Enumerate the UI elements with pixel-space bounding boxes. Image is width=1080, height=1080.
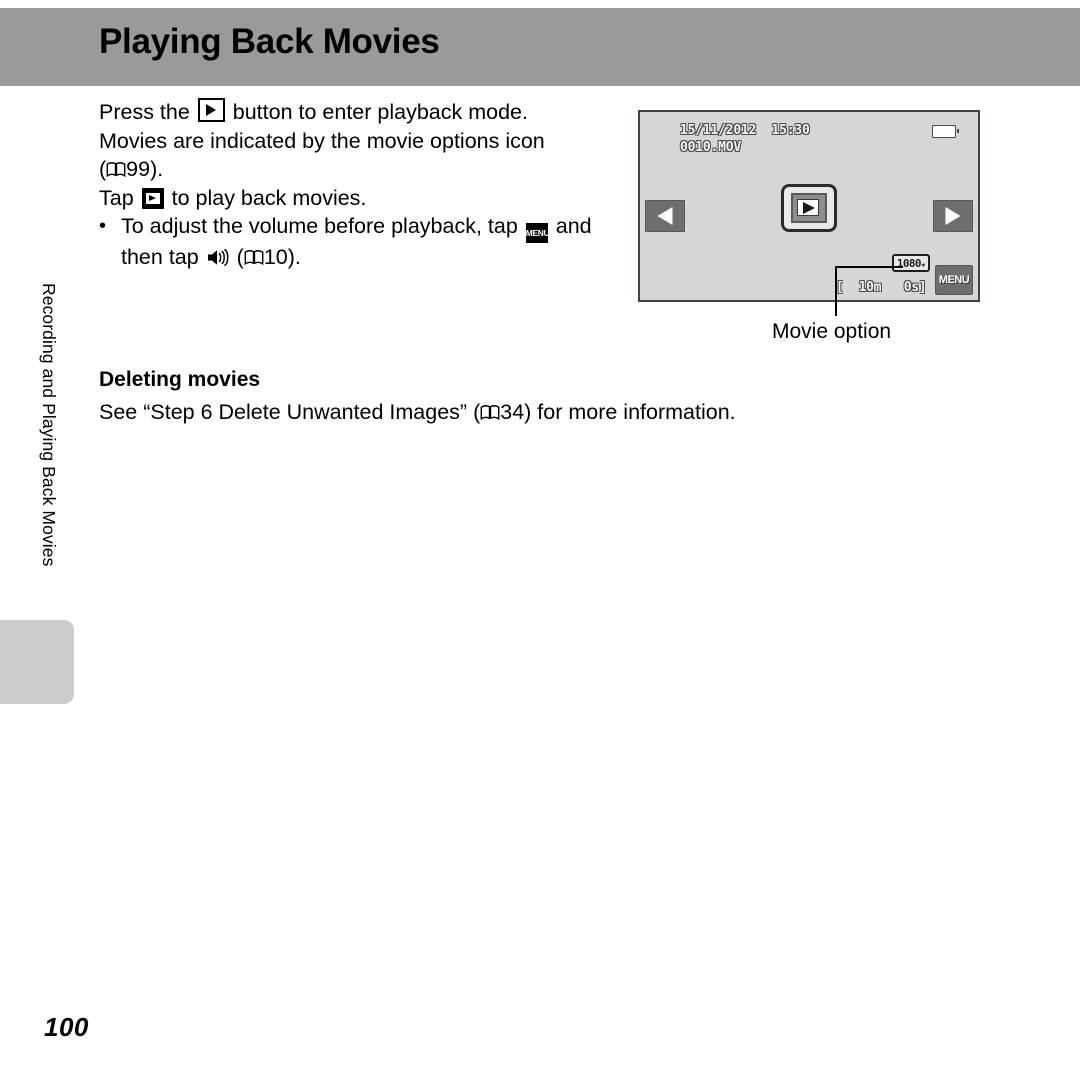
section-heading-deleting-movies: Deleting movies xyxy=(99,368,261,391)
instruction-line-1: Press the button to enter playback mode. xyxy=(99,98,619,127)
previous-image-button[interactable] xyxy=(645,200,685,232)
book-reference-icon xyxy=(244,245,264,266)
side-tab-chapter-label: Recording and Playing Back Movies xyxy=(39,283,59,567)
instruction-line-4: Tap to play back movies. xyxy=(99,184,619,213)
instruction-line-1-prefix: Press the xyxy=(99,100,196,124)
instruction-line-4-prefix: Tap xyxy=(99,185,140,210)
book-reference-icon xyxy=(480,400,500,421)
bullet-line-2-ref: 10). xyxy=(263,245,301,269)
bullet-marker: • xyxy=(99,215,107,237)
section-paragraph-deleting-movies: See “Step 6 Delete Unwanted Images” ( 34)… xyxy=(99,398,736,426)
play-icon xyxy=(141,187,164,209)
bullet-line-1: To adjust the volume before playback, ta… xyxy=(121,212,619,243)
instruction-line-3-ref: 99). xyxy=(126,157,164,181)
camera-time-counter: [ 10m 0s] xyxy=(836,280,927,295)
instruction-line-3: (99). xyxy=(99,155,619,184)
movie-option-badge[interactable]: 1080★ xyxy=(892,254,930,272)
triangle-right-icon xyxy=(945,207,961,225)
instruction-line-4-suffix: to play back movies. xyxy=(165,185,367,210)
callout-leader-horizontal xyxy=(835,266,903,268)
play-movie-button[interactable] xyxy=(781,184,837,232)
battery-icon xyxy=(932,125,959,138)
camera-screen-illustration: 15/11/2012 15:30 0010.MOV 1080★ MENU [ 1… xyxy=(638,110,980,302)
triangle-left-icon xyxy=(657,207,673,225)
menu-icon: MENU xyxy=(525,223,550,243)
camera-menu-button[interactable]: MENU xyxy=(935,265,973,295)
bullet-line-2: then tap (10). xyxy=(121,243,619,272)
callout-label-movie-option: Movie option xyxy=(772,320,892,343)
camera-osd-datetime: 15/11/2012 15:30 xyxy=(680,123,810,138)
movie-option-badge-suffix: ★ xyxy=(920,260,926,269)
instruction-text-block: Press the button to enter playback mode.… xyxy=(99,98,619,272)
callout-leader-vertical xyxy=(835,266,837,316)
bullet-item-volume: • To adjust the volume before playback, … xyxy=(99,212,619,272)
next-image-button[interactable] xyxy=(933,200,973,232)
movie-option-badge-value: 1080 xyxy=(896,257,922,270)
play-icon xyxy=(791,193,827,223)
playback-button-icon xyxy=(197,98,225,122)
book-reference-icon xyxy=(106,157,126,178)
page-title: Playing Back Movies xyxy=(99,22,440,61)
section-paragraph-part1: See “Step 6 Delete Unwanted Images” ( xyxy=(99,400,481,424)
camera-osd-filename: 0010.MOV xyxy=(680,140,742,155)
instruction-line-2: Movies are indicated by the movie option… xyxy=(99,128,545,153)
bullet-line-1-suffix: and xyxy=(549,214,592,238)
camera-menu-label: MENU xyxy=(938,274,970,286)
side-tab-marker xyxy=(0,620,74,704)
section-paragraph-part2: 34) for more information. xyxy=(500,400,736,424)
instruction-line-3-open: ( xyxy=(99,157,107,181)
bullet-item-text: To adjust the volume before playback, ta… xyxy=(121,212,619,272)
bullet-line-1-prefix: To adjust the volume before playback, ta… xyxy=(121,214,524,238)
speaker-icon xyxy=(207,246,229,266)
page-number: 100 xyxy=(44,1012,89,1042)
bullet-line-2-open: ( xyxy=(230,245,244,269)
instruction-line-1-suffix: button to enter playback mode. xyxy=(226,100,528,124)
bullet-line-2-prefix: then tap xyxy=(121,245,205,269)
